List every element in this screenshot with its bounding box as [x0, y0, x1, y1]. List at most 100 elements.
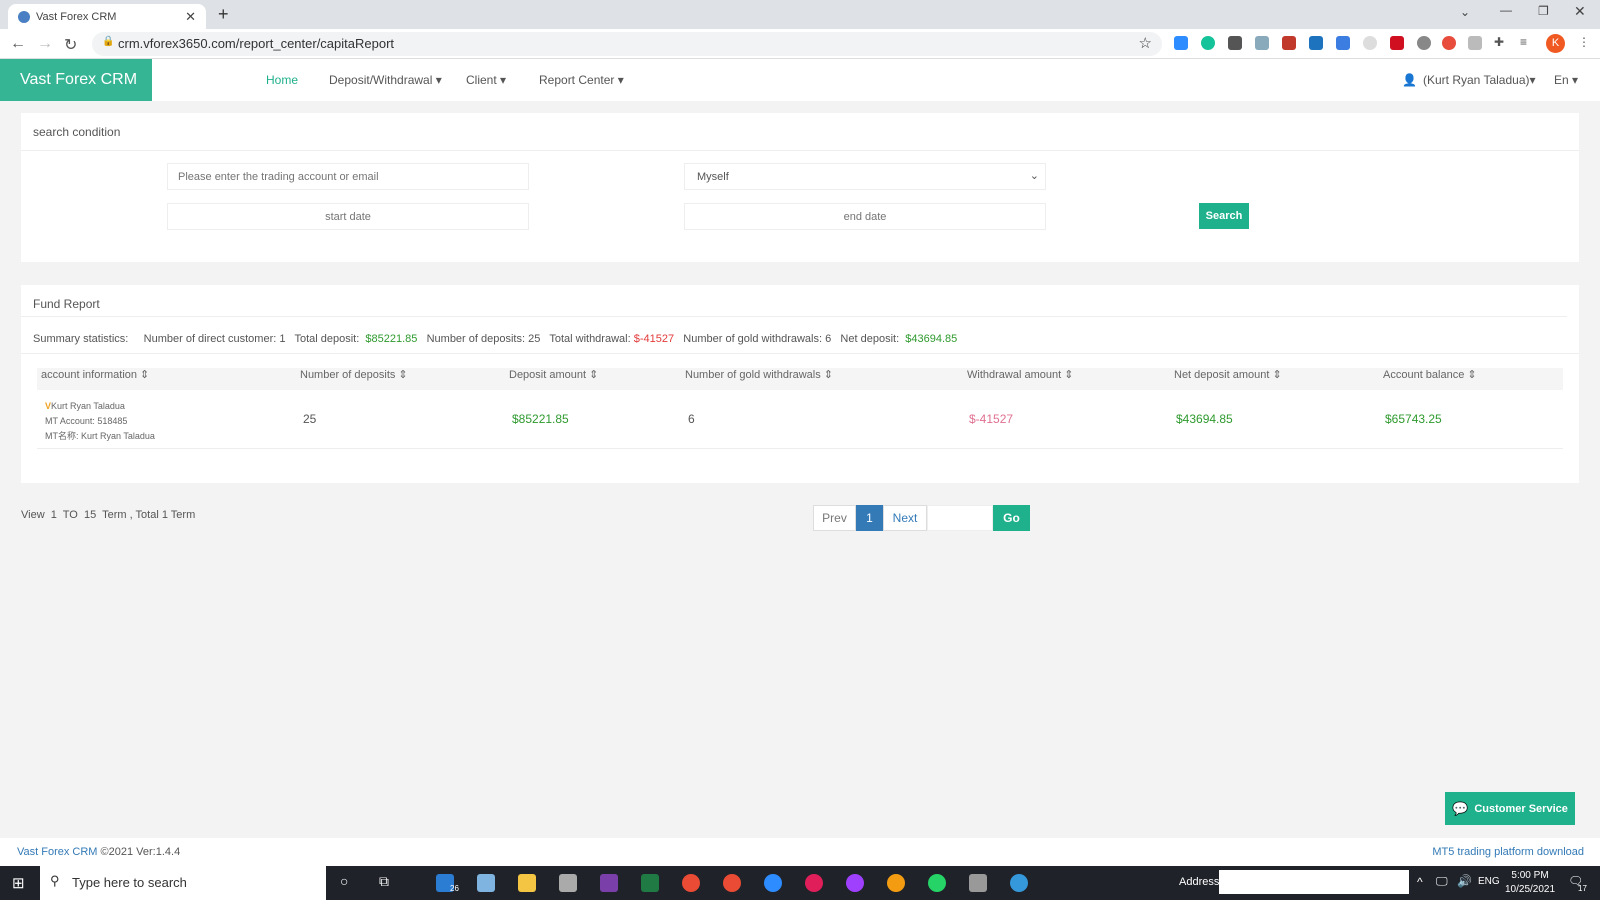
- browser-tab[interactable]: Vast Forex CRM ✕: [8, 4, 206, 29]
- search-panel-title: search condition: [21, 113, 1579, 151]
- clock[interactable]: 5:00 PM 10/25/2021: [1505, 869, 1555, 897]
- page-1-button[interactable]: 1: [856, 505, 883, 531]
- balance-cell: $65743.25: [1385, 412, 1442, 426]
- tray-chevron-icon[interactable]: ^: [1417, 875, 1423, 889]
- summary-value: $43694.85: [905, 333, 958, 345]
- nav-deposit-withdrawal[interactable]: Deposit/Withdrawal ▾: [329, 73, 442, 87]
- gold-withdrawals-cell: 6: [688, 412, 695, 426]
- col-deposit-amount[interactable]: Deposit amount ⇕: [509, 368, 598, 381]
- extension-icon[interactable]: [1390, 36, 1404, 50]
- app-icon[interactable]: [559, 874, 577, 892]
- chrome-icon[interactable]: [723, 874, 741, 892]
- tab-search-icon[interactable]: ⌄: [1460, 5, 1470, 19]
- nav-client[interactable]: Client ▾: [466, 73, 506, 87]
- fund-report-panel: Fund Report Summary statistics: Number o…: [21, 285, 1579, 483]
- language-indicator[interactable]: ENG: [1478, 876, 1500, 887]
- mt5-download-link[interactable]: MT5 trading platform download: [1432, 846, 1584, 858]
- language-menu[interactable]: En ▾: [1554, 73, 1578, 87]
- media-icon[interactable]: ≡: [1520, 35, 1527, 49]
- end-date-input[interactable]: [684, 203, 1046, 230]
- reload-icon[interactable]: ↻: [64, 35, 77, 55]
- bookmark-star-icon[interactable]: ☆: [1139, 34, 1152, 52]
- whatsapp-icon[interactable]: [928, 874, 946, 892]
- grammarly-extension-icon[interactable]: [1201, 36, 1215, 50]
- extension-icon[interactable]: [1255, 36, 1269, 50]
- col-number-of-deposits[interactable]: Number of deposits ⇕: [300, 368, 408, 381]
- network-icon[interactable]: 🖵: [1436, 874, 1448, 889]
- col-account-balance[interactable]: Account balance ⇕: [1383, 368, 1477, 381]
- zoom-icon[interactable]: [764, 874, 782, 892]
- table-row: VKurt Ryan Taladua MT Account: 518485 MT…: [37, 391, 1563, 449]
- windows-start-icon[interactable]: ⊞: [12, 874, 25, 892]
- summary-label: Number of deposits:: [426, 333, 526, 345]
- close-window-icon[interactable]: ✕: [1574, 3, 1586, 20]
- nav-report-center[interactable]: Report Center ▾: [539, 73, 624, 87]
- excel-icon[interactable]: [641, 874, 659, 892]
- extensions-puzzle-icon[interactable]: ✚: [1494, 35, 1504, 49]
- extension-icon[interactable]: [1228, 36, 1242, 50]
- prev-button[interactable]: Prev: [813, 505, 856, 531]
- file-explorer-icon[interactable]: [518, 874, 536, 892]
- onenote-icon[interactable]: [600, 874, 618, 892]
- extension-icon[interactable]: [1282, 36, 1296, 50]
- deposits-cell: 25: [303, 412, 317, 426]
- app-icon[interactable]: [887, 874, 905, 892]
- account-search-input[interactable]: [167, 163, 529, 190]
- mail-badge: 26: [450, 884, 459, 893]
- scope-select[interactable]: Myself ⌄: [684, 163, 1046, 190]
- footer: Vast Forex CRM ©2021 Ver:1.4.4 MT5 tradi…: [0, 838, 1600, 866]
- zoom-extension-icon[interactable]: [1174, 36, 1188, 50]
- customer-service-button[interactable]: 💬 Customer Service: [1445, 792, 1575, 825]
- messenger-icon[interactable]: [846, 874, 864, 892]
- app-icon[interactable]: [477, 874, 495, 892]
- customer-service-label: Customer Service: [1474, 802, 1568, 815]
- deposit-amount-cell: $85221.85: [512, 412, 569, 426]
- new-tab-icon[interactable]: +: [218, 4, 229, 25]
- col-withdrawal-amount[interactable]: Withdrawal amount ⇕: [967, 368, 1073, 381]
- minimize-icon[interactable]: —: [1500, 3, 1512, 17]
- restore-icon[interactable]: ❐: [1538, 4, 1549, 18]
- col-net-deposit-amount[interactable]: Net deposit amount ⇕: [1174, 368, 1282, 381]
- col-account-information[interactable]: account information ⇕: [41, 368, 149, 381]
- extension-icon[interactable]: [1363, 36, 1377, 50]
- app-icon[interactable]: [1010, 874, 1028, 892]
- address-toolbar-input[interactable]: [1219, 870, 1409, 894]
- summary-value: $-41527: [633, 333, 675, 345]
- clock-date: 10/25/2021: [1505, 884, 1556, 895]
- lock-icon: 🔒: [102, 36, 115, 47]
- menu-icon[interactable]: ⋮: [1578, 35, 1590, 49]
- summary-label: Total withdrawal:: [549, 333, 631, 345]
- summary-value: $85221.85: [365, 333, 418, 345]
- scope-select-value: Myself: [697, 171, 729, 183]
- next-button[interactable]: Next: [883, 505, 927, 531]
- cortana-icon[interactable]: ○: [340, 873, 348, 889]
- forward-icon[interactable]: →: [37, 35, 53, 53]
- col-gold-withdrawals[interactable]: Number of gold withdrawals ⇕: [685, 368, 833, 381]
- speed-extension-icon[interactable]: [1417, 36, 1431, 50]
- account-info-cell: VKurt Ryan Taladua MT Account: 518485 MT…: [45, 399, 155, 444]
- taskbar-search-input[interactable]: ⚲ Type here to search: [40, 866, 326, 900]
- slack-icon[interactable]: [805, 874, 823, 892]
- volume-icon[interactable]: 🔊: [1457, 874, 1472, 888]
- logo[interactable]: Vast Forex CRM: [0, 59, 152, 101]
- eyedropper-extension-icon[interactable]: [1336, 36, 1350, 50]
- user-menu[interactable]: (Kurt Ryan Taladua)▾: [1423, 73, 1536, 87]
- profile-avatar[interactable]: K: [1546, 34, 1565, 53]
- extension-icon[interactable]: [1468, 36, 1482, 50]
- close-tab-icon[interactable]: ✕: [185, 9, 196, 25]
- go-button[interactable]: Go: [993, 505, 1030, 531]
- refresh-icon[interactable]: ↻: [1392, 875, 1402, 889]
- footer-link[interactable]: Vast Forex CRM: [17, 846, 97, 858]
- search-button[interactable]: Search: [1199, 203, 1249, 229]
- chrome-icon[interactable]: [682, 874, 700, 892]
- task-view-icon[interactable]: ⧉: [379, 873, 389, 890]
- nav-home[interactable]: Home: [266, 73, 298, 87]
- url-input[interactable]: 🔒 crm.vforex3650.com/report_center/capit…: [92, 32, 1162, 56]
- download-extension-icon[interactable]: [1309, 36, 1323, 50]
- extension-icon[interactable]: [1442, 36, 1456, 50]
- start-date-input[interactable]: [167, 203, 529, 230]
- page-jump-input[interactable]: [927, 505, 993, 531]
- browser-tab-bar: Vast Forex CRM ✕ + ⌄ — ❐ ✕: [0, 0, 1600, 29]
- back-icon[interactable]: ←: [10, 35, 26, 53]
- calculator-icon[interactable]: [969, 874, 987, 892]
